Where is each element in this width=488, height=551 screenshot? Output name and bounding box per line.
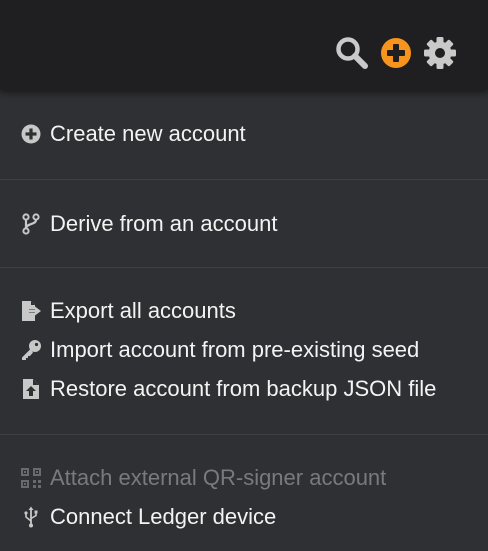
menu-section-external: Attach external QR-signer account Connec…: [0, 435, 488, 551]
file-export-icon: [20, 300, 42, 322]
settings-button[interactable]: [422, 35, 458, 71]
menu-item-label: Connect Ledger device: [50, 503, 277, 529]
top-bar: [0, 0, 488, 90]
topbar-actions: [334, 35, 458, 71]
menu-item-create-account[interactable]: Create new account: [0, 114, 488, 153]
menu-item-label: Restore account from backup JSON file: [50, 375, 437, 401]
usb-icon: [20, 506, 42, 528]
menu-item-export-all[interactable]: Export all accounts: [0, 291, 488, 330]
menu-section-derive: Derive from an account: [0, 180, 488, 268]
menu-section-import-export: Export all accounts Import account from …: [0, 268, 488, 435]
menu-item-label: Import account from pre-existing seed: [50, 336, 420, 362]
menu-section-create: Create new account: [0, 90, 488, 180]
gear-icon: [424, 37, 456, 69]
key-icon: [20, 339, 42, 361]
menu-item-restore-json[interactable]: Restore account from backup JSON file: [0, 369, 488, 408]
add-circle-icon: [381, 38, 411, 68]
search-button[interactable]: [334, 35, 370, 71]
menu-item-label: Create new account: [50, 120, 246, 146]
menu-item-attach-qr[interactable]: Attach external QR-signer account: [0, 458, 488, 497]
menu-item-label: Export all accounts: [50, 297, 236, 323]
qrcode-icon: [20, 467, 42, 489]
add-account-button[interactable]: [378, 35, 414, 71]
menu-item-label: Attach external QR-signer account: [50, 464, 387, 490]
menu-item-label: Derive from an account: [50, 210, 278, 236]
menu-item-connect-ledger[interactable]: Connect Ledger device: [0, 497, 488, 536]
plus-circle-icon: [20, 123, 42, 145]
search-icon: [336, 37, 368, 69]
menu-item-import-seed[interactable]: Import account from pre-existing seed: [0, 330, 488, 369]
account-actions-menu: Create new account Derive from an accoun…: [0, 90, 488, 551]
file-upload-icon: [20, 378, 42, 400]
menu-item-derive-account[interactable]: Derive from an account: [0, 204, 488, 243]
code-branch-icon: [20, 212, 42, 235]
